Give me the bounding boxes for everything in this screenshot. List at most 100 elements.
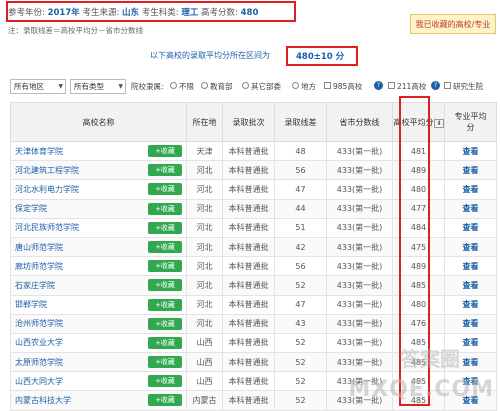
school-name-cell[interactable]: 太原师范学院 +收藏 [10,352,187,373]
batch-cell: 本科普通批 [222,390,275,411]
province-line-cell: 433(第一批) [326,352,393,373]
view-major-link[interactable]: 查看 [444,198,497,219]
school-name-cell[interactable]: 山西大同大学 +收藏 [10,371,187,392]
checkbox-label-985: 985高校 [333,82,363,91]
school-name-cell[interactable]: 廊坊师范学院 +收藏 [10,256,187,277]
add-favorite-button[interactable]: +收藏 [148,221,182,234]
school-name-link[interactable]: 山西大同大学 [15,377,63,386]
view-major-link[interactable]: 查看 [444,275,497,296]
header-score-diff: 录取线差 [274,102,327,142]
header-major-avg: 专业平均分 [444,102,497,142]
school-name-link[interactable]: 石家庄学院 [15,281,55,290]
header-school-name: 高校名称 [10,102,187,142]
add-favorite-button[interactable]: +收藏 [148,298,182,311]
view-major-link[interactable]: 查看 [444,217,497,238]
watermark-text: MXQE.COM [348,377,494,402]
school-name-cell[interactable]: 邯郸学院 +收藏 [10,294,187,315]
province-line-cell: 433(第一批) [326,160,393,181]
add-favorite-button[interactable]: +收藏 [148,279,182,292]
school-name-cell[interactable]: 河北水利电力学院 +收藏 [10,179,187,200]
checkbox-label-211: 211高校 [397,82,427,91]
add-favorite-button[interactable]: +收藏 [148,317,182,330]
help-icon[interactable]: ? [431,81,440,90]
highlight-box-range [286,46,358,66]
location-cell: 河北 [186,275,223,296]
school-name-cell[interactable]: 河北民族师范学院 +收藏 [10,217,187,238]
batch-cell: 本科普通批 [222,352,275,373]
batch-cell: 本科普通批 [222,198,275,219]
add-favorite-button[interactable]: +收藏 [148,375,182,388]
highlight-box-criteria [6,1,296,22]
view-major-link[interactable]: 查看 [444,256,497,277]
add-favorite-button[interactable]: +收藏 [148,336,182,349]
add-favorite-button[interactable]: +收藏 [148,394,182,407]
radio-other-ministry[interactable] [242,82,249,89]
school-name-link[interactable]: 内蒙古科技大学 [15,396,71,405]
radio-moe[interactable] [201,82,208,89]
school-name-link[interactable]: 山西农业大学 [15,338,63,347]
batch-cell: 本科普通批 [222,294,275,315]
province-line-cell: 433(第一批) [326,275,393,296]
checkbox-211[interactable] [388,82,395,89]
school-name-link[interactable]: 河北水利电力学院 [15,185,79,194]
batch-cell: 本科普通批 [222,140,275,162]
province-line-cell: 433(第一批) [326,236,393,258]
view-major-link[interactable]: 查看 [444,160,497,181]
school-name-cell[interactable]: 唐山师范学院 +收藏 [10,236,187,258]
school-name-link[interactable]: 沧州师范学院 [15,319,63,328]
score-diff-cell: 52 [274,390,327,411]
help-icon[interactable]: ? [374,81,383,90]
add-favorite-button[interactable]: +收藏 [148,356,182,369]
add-favorite-button[interactable]: +收藏 [148,145,182,157]
province-line-cell: 433(第一批) [326,140,393,162]
region-select[interactable]: 所有地区 ▼ [10,79,66,94]
school-name-link[interactable]: 唐山师范学院 [15,243,63,252]
radio-unlimited[interactable] [170,82,177,89]
add-favorite-button[interactable]: +收藏 [148,183,182,196]
school-name-cell[interactable]: 保定学院 +收藏 [10,198,187,219]
score-diff-cell: 44 [274,198,327,219]
score-diff-cell: 56 [274,160,327,181]
batch-cell: 本科普通批 [222,332,275,354]
location-cell: 河北 [186,256,223,277]
add-favorite-button[interactable]: +收藏 [148,240,182,253]
batch-cell: 本科普通批 [222,256,275,277]
add-favorite-button[interactable]: +收藏 [148,164,182,177]
school-name-cell[interactable]: 内蒙古科技大学 +收藏 [10,390,187,411]
filter-bar: 所有地区 ▼ 所有类型 ▼ 院校隶属: 不限 教育部 其它部委 地方 985高校… [10,79,496,95]
view-major-link[interactable]: 查看 [444,236,497,258]
radio-local[interactable] [292,82,299,89]
checkbox-grad-school[interactable] [444,82,451,89]
province-line-cell: 433(第一批) [326,313,393,334]
favorites-button[interactable]: 我已收藏的高校/专业 [410,14,496,34]
add-favorite-button[interactable]: +收藏 [148,260,182,273]
school-name-link[interactable]: 河北建筑工程学院 [15,166,79,175]
view-major-link[interactable]: 查看 [444,313,497,334]
location-cell: 山西 [186,332,223,354]
add-favorite-button[interactable]: +收藏 [148,202,182,215]
checkbox-985[interactable] [324,82,331,89]
school-name-link[interactable]: 保定学院 [15,204,47,213]
type-select[interactable]: 所有类型 ▼ [70,79,126,94]
radio-label-other-ministry: 其它部委 [251,82,281,91]
school-name-link[interactable]: 太原师范学院 [15,358,63,367]
school-name-cell[interactable]: 河北建筑工程学院 +收藏 [10,160,187,181]
view-major-link[interactable]: 查看 [444,294,497,315]
location-cell: 河北 [186,160,223,181]
school-name-link[interactable]: 河北民族师范学院 [15,223,79,232]
school-name-cell[interactable]: 山西农业大学 +收藏 [10,332,187,354]
view-major-link[interactable]: 查看 [444,179,497,200]
school-name-link[interactable]: 邯郸学院 [15,300,47,309]
header-province-line: 省市分数线 [326,102,393,142]
school-name-cell[interactable]: 天津体育学院 +收藏 [10,140,187,162]
location-cell: 河北 [186,217,223,238]
school-name-cell[interactable]: 石家庄学院 +收藏 [10,275,187,296]
view-major-link[interactable]: 查看 [444,140,497,162]
score-diff-cell: 52 [274,332,327,354]
province-line-cell: 433(第一批) [326,198,393,219]
school-name-cell[interactable]: 沧州师范学院 +收藏 [10,313,187,334]
school-name-link[interactable]: 天津体育学院 [15,147,63,156]
sort-icon[interactable]: ⬇ [434,118,444,128]
location-cell: 河北 [186,198,223,219]
school-name-link[interactable]: 廊坊师范学院 [15,262,63,271]
